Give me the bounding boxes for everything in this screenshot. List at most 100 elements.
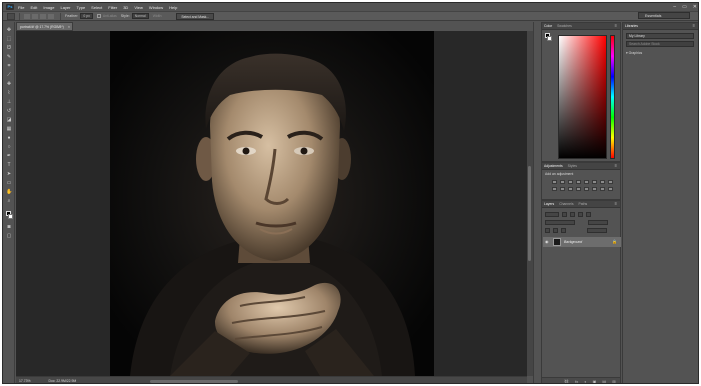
menu-help[interactable]: Help (169, 5, 177, 10)
select-and-mask-button[interactable]: Select and Mask... (176, 12, 215, 20)
tab-styles[interactable]: Styles (568, 164, 577, 168)
screen-mode-icon[interactable]: ▢ (6, 234, 12, 239)
tab-swatches[interactable]: Swatches (557, 24, 572, 28)
black-white-icon[interactable] (608, 180, 613, 184)
new-layer-icon[interactable]: ⊞ (612, 379, 615, 384)
filter-adjust-icon[interactable] (570, 211, 575, 217)
panel-menu-icon[interactable]: ≡ (615, 201, 617, 206)
menu-select[interactable]: Select (91, 5, 102, 10)
workspace-switcher[interactable]: Essentials (638, 12, 690, 19)
visibility-eye-icon[interactable]: ◉ (545, 240, 550, 244)
lock-pixels-icon[interactable] (545, 227, 550, 233)
menu-image[interactable]: Image (43, 5, 54, 10)
levels-icon[interactable] (560, 180, 565, 184)
blend-mode-select[interactable] (545, 219, 575, 225)
library-search-input[interactable]: Search Adobe Stock (626, 41, 694, 47)
subtract-selection-icon[interactable] (40, 13, 46, 19)
layer-mask-icon[interactable]: ◐ (584, 379, 586, 384)
antialias-checkbox[interactable] (96, 14, 101, 18)
close-window-button[interactable]: ✕ (693, 4, 697, 10)
opacity-field[interactable] (588, 219, 608, 225)
tab-layers[interactable]: Layers (544, 202, 554, 206)
filter-type-icon[interactable] (578, 211, 583, 217)
hue-saturation-icon[interactable] (592, 180, 597, 184)
close-document-icon[interactable]: × (68, 23, 70, 31)
layer-style-icon[interactable]: fx (575, 379, 578, 384)
pen-tool-icon[interactable]: ✒ (6, 154, 12, 159)
crop-tool-icon[interactable]: ⌗ (6, 64, 12, 69)
menu-layer[interactable]: Layer (60, 5, 70, 10)
library-select[interactable]: My Library (626, 33, 694, 39)
threshold-icon[interactable] (592, 187, 597, 191)
menu-view[interactable]: View (134, 5, 143, 10)
filter-shape-icon[interactable] (586, 211, 591, 217)
feather-input[interactable]: 0 px (80, 13, 93, 19)
minimize-button[interactable]: – (673, 4, 676, 10)
filter-pixel-icon[interactable] (562, 211, 567, 217)
color-picker-field[interactable] (558, 35, 607, 159)
menu-window[interactable]: Window (149, 5, 163, 10)
clone-stamp-tool-icon[interactable]: ⊥ (6, 100, 12, 105)
lock-position-icon[interactable] (553, 227, 558, 233)
curves-icon[interactable] (568, 180, 573, 184)
layer-row-background[interactable]: ◉ Background 🔒 (543, 237, 621, 247)
intersect-selection-icon[interactable] (48, 13, 54, 19)
horizontal-scroll-thumb[interactable] (150, 380, 238, 383)
gradient-tool-icon[interactable]: ▦ (6, 127, 12, 132)
add-selection-icon[interactable] (32, 13, 38, 19)
canvas-area[interactable] (16, 31, 527, 376)
vibrance-icon[interactable] (584, 180, 589, 184)
tab-color[interactable]: Color (544, 24, 552, 28)
brush-tool-icon[interactable]: ⌇ (6, 91, 12, 96)
color-lookup-icon[interactable] (568, 187, 573, 191)
tab-paths[interactable]: Paths (579, 202, 588, 206)
eraser-tool-icon[interactable]: ◪ (6, 118, 12, 123)
lock-all-icon[interactable] (561, 227, 566, 233)
lasso-tool-icon[interactable]: ᘎ (6, 46, 12, 51)
brightness-contrast-icon[interactable] (552, 180, 557, 184)
healing-brush-tool-icon[interactable]: ✚ (6, 82, 12, 87)
adjustment-layer-icon[interactable]: ▣ (593, 379, 597, 384)
zoom-level[interactable]: 17.73% (19, 379, 31, 383)
history-brush-tool-icon[interactable]: ↺ (6, 109, 12, 114)
quick-select-tool-icon[interactable]: ✎ (6, 55, 12, 60)
style-select[interactable]: Normal (131, 13, 149, 19)
tab-libraries[interactable]: Libraries (625, 24, 638, 28)
vertical-scroll-thumb[interactable] (528, 166, 531, 261)
gradient-map-icon[interactable] (600, 187, 605, 191)
layer-kind-filter[interactable] (545, 211, 559, 217)
link-layers-icon[interactable]: ⛓ (564, 379, 569, 384)
color-balance-icon[interactable] (600, 180, 605, 184)
background-color-swatch[interactable] (8, 214, 13, 219)
eyedropper-tool-icon[interactable]: ⟋ (6, 73, 12, 78)
type-tool-icon[interactable]: T (6, 163, 12, 168)
dodge-tool-icon[interactable]: ○ (6, 145, 12, 150)
photo-filter-icon[interactable] (552, 187, 557, 191)
fill-field[interactable] (587, 227, 607, 233)
menu-3d[interactable]: 3D (123, 5, 128, 10)
library-section-graphics[interactable]: ▾ Graphics (626, 51, 642, 55)
blur-tool-icon[interactable]: ● (6, 136, 12, 141)
path-select-tool-icon[interactable]: ➤ (6, 172, 12, 177)
color-background-swatch[interactable] (547, 36, 552, 41)
selective-color-icon[interactable] (608, 187, 613, 191)
menu-type[interactable]: Type (77, 5, 86, 10)
tool-preset-picker[interactable] (7, 12, 15, 20)
channel-mixer-icon[interactable] (560, 187, 565, 191)
menu-filter[interactable]: Filter (108, 5, 117, 10)
quick-mask-icon[interactable]: ◙ (6, 225, 12, 230)
hand-tool-icon[interactable]: ✋ (6, 190, 12, 195)
posterize-icon[interactable] (584, 187, 589, 191)
new-selection-icon[interactable] (24, 13, 30, 19)
marquee-tool-icon[interactable]: ⬚ (6, 37, 12, 42)
menu-edit[interactable]: Edit (30, 5, 37, 10)
new-group-icon[interactable]: ▤ (602, 379, 606, 384)
document-tab[interactable]: portrait.tif @ 17.7% (RGB/8*) × (16, 22, 73, 31)
hue-slider[interactable] (610, 35, 615, 159)
invert-icon[interactable] (576, 187, 581, 191)
shape-tool-icon[interactable]: ▭ (6, 181, 12, 186)
menu-file[interactable]: File (18, 5, 24, 10)
move-tool-icon[interactable]: ✥ (6, 28, 12, 33)
tab-channels[interactable]: Channels (559, 202, 573, 206)
panel-menu-icon[interactable]: ≡ (693, 23, 695, 28)
